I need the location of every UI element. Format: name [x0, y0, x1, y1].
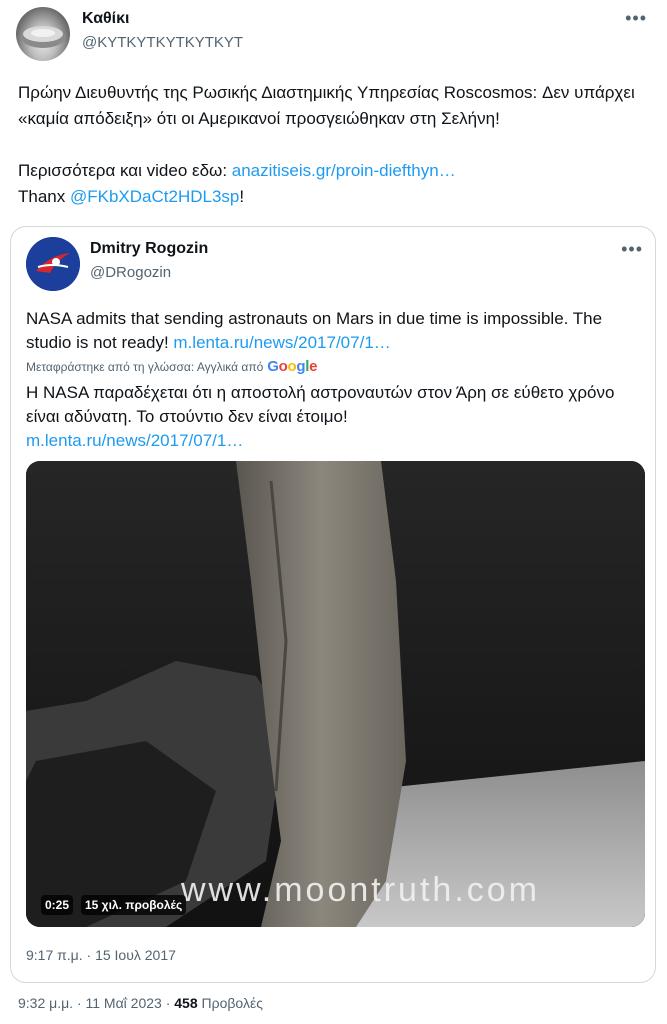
- google-logo-icon: Google: [267, 358, 318, 375]
- quoted-link[interactable]: m.lenta.ru/news/2017/07/1…: [173, 333, 390, 352]
- translation-label: Μεταφράστηκε από τη γλώσσα: Αγγλικά από: [26, 359, 264, 374]
- quoted-author-handle[interactable]: @DRogozin: [90, 264, 171, 281]
- video-thumbnail: www.moontruth.com: [26, 461, 645, 927]
- video-duration-badge: 0:25: [41, 895, 74, 915]
- translation-link[interactable]: m.lenta.ru/news/2017/07/1…: [26, 431, 243, 450]
- thanx-prefix: Thanx: [18, 187, 70, 206]
- thanx-suffix: !: [239, 187, 245, 206]
- article-link[interactable]: anazitiseis.gr/proin-diefthyn…: [232, 161, 456, 180]
- quoted-more-options-icon[interactable]: •••: [621, 239, 643, 260]
- author-handle[interactable]: @ΚΥΤΚΥΤΚΥΤΚΥΤΚΥΤ: [82, 34, 243, 51]
- views-count: 458: [174, 995, 198, 1011]
- tweet-line-1: Πρώην Διευθυντής της Ρωσικής Διαστημικής…: [18, 83, 635, 128]
- author-name[interactable]: Καθίκι: [82, 10, 129, 28]
- quoted-tweet[interactable]: Dmitry Rogozin @DRogozin ••• NASA admits…: [10, 226, 656, 983]
- video-player[interactable]: www.moontruth.com 0:25 15 χιλ. προβολές: [26, 461, 645, 927]
- video-watermark: www.moontruth.com: [180, 871, 540, 909]
- translation-body: Η NASA παραδέχεται ότι η αποστολή αστρον…: [26, 383, 615, 426]
- roscosmos-logo-icon: [26, 237, 80, 291]
- translation-note: Μεταφράστηκε από τη γλώσσα: Αγγλικά από …: [26, 358, 318, 375]
- video-views-badge: 15 χιλ. προβολές: [81, 895, 187, 915]
- views-label: Προβολές: [197, 995, 263, 1011]
- tweet-line-more: Περισσότερα και video εδω: anazitiseis.g…: [18, 158, 658, 184]
- mention-link[interactable]: @FKbXDaCt2HDL3sp: [70, 187, 239, 206]
- avatar-image: [21, 26, 65, 48]
- tweet-meta: 9:32 μ.μ. · 11 Μαΐ 2023 · 458 Προβολές: [18, 995, 263, 1011]
- tweet-line-thanx: Thanx @FKbXDaCt2HDL3sp!: [18, 184, 658, 210]
- tweet-text: Πρώην Διευθυντής της Ρωσικής Διαστημικής…: [18, 80, 658, 210]
- more-options-icon[interactable]: •••: [625, 8, 647, 29]
- quoted-timestamp[interactable]: 9:17 π.μ. · 15 Ιουλ 2017: [26, 947, 176, 963]
- quoted-text: NASA admits that sending astronauts on M…: [26, 307, 646, 355]
- quoted-translation: Η NASA παραδέχεται ότι η αποστολή αστρον…: [26, 381, 646, 453]
- quoted-avatar[interactable]: [26, 237, 80, 291]
- tweet-timestamp[interactable]: 9:32 μ.μ. · 11 Μαΐ 2023 ·: [18, 995, 174, 1011]
- author-avatar[interactable]: [16, 7, 70, 61]
- quoted-author-name[interactable]: Dmitry Rogozin: [90, 240, 208, 258]
- more-prefix: Περισσότερα και video εδω:: [18, 161, 232, 180]
